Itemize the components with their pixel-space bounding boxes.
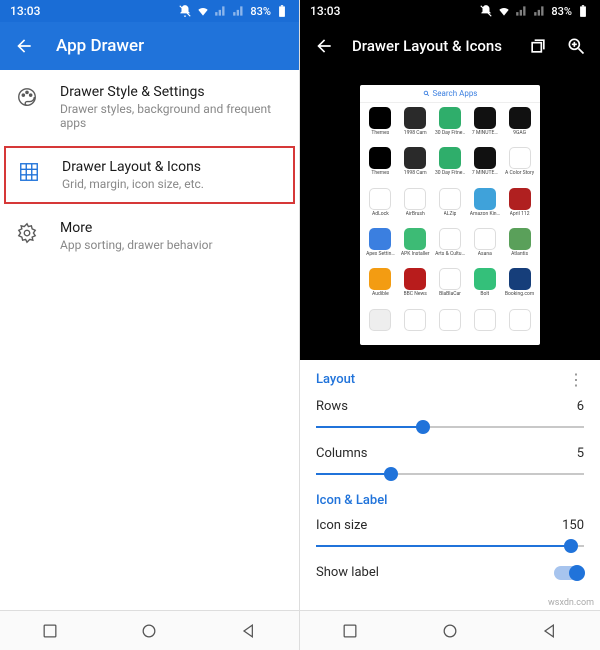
iconsize-value: 150: [562, 518, 584, 533]
iconsize-label: Icon size: [316, 518, 367, 533]
preview-app: 1998 Cam: [399, 147, 432, 185]
section-layout: Layout: [316, 372, 355, 387]
rows-value: 6: [577, 399, 584, 414]
preview-app: [434, 309, 467, 341]
section-icon-label: Icon & Label: [316, 493, 584, 508]
preview-search: Search Apps: [360, 85, 540, 103]
preview-app: Arts & Cultu…: [434, 228, 467, 266]
zoom-icon[interactable]: [566, 36, 586, 56]
drawer-preview: Search Apps Themes1998 Cam30 Day Fitne…7…: [300, 70, 600, 360]
preview-app: Atlantis: [503, 228, 536, 266]
item-title: More: [60, 220, 283, 236]
columns-slider[interactable]: [316, 463, 584, 485]
preview-app: BlaBlaCar: [434, 268, 467, 306]
preview-app: 7 MINUTE…: [468, 107, 501, 145]
bell-off-icon: [178, 4, 192, 18]
battery-icon: [576, 4, 590, 18]
watermark: wsxdn.com: [548, 598, 594, 608]
page-title: App Drawer: [56, 36, 144, 56]
copy-icon[interactable]: [528, 36, 548, 56]
nav-bar: [0, 610, 299, 650]
columns-label: Columns: [316, 446, 368, 461]
status-icons: 83%: [178, 4, 289, 18]
showlabel-toggle[interactable]: [554, 566, 584, 580]
preview-app: [468, 309, 501, 341]
battery-icon: [275, 4, 289, 18]
signal-icon: [232, 4, 246, 18]
preview-app: April 112: [503, 188, 536, 226]
signal-icon: [533, 4, 547, 18]
preview-app: [364, 309, 397, 341]
preview-app: AdLock: [364, 188, 397, 226]
rows-label: Rows: [316, 399, 348, 414]
iconsize-slider[interactable]: [316, 535, 584, 557]
preview-app: Apex Settin…: [364, 228, 397, 266]
preview-app: ALZip: [434, 188, 467, 226]
nav-home-icon[interactable]: [440, 621, 460, 641]
status-battery: 83%: [551, 5, 572, 18]
back-arrow-icon[interactable]: [314, 36, 334, 56]
status-time: 13:03: [310, 4, 340, 18]
status-bar: 13:03 83%: [300, 0, 600, 22]
preview-app: Asana: [468, 228, 501, 266]
signal-icon: [214, 4, 228, 18]
item-subtitle: Drawer styles, background and frequent a…: [60, 102, 283, 130]
preview-app: 30 Day Fitne…: [434, 107, 467, 145]
status-icons: 83%: [479, 4, 590, 18]
preview-app: 1998 Cam: [399, 107, 432, 145]
item-drawer-style[interactable]: Drawer Style & Settings Drawer styles, b…: [0, 70, 299, 144]
preview-app: [503, 309, 536, 341]
nav-recent-icon[interactable]: [239, 621, 259, 641]
grid-icon: [18, 161, 40, 183]
status-battery: 83%: [250, 5, 271, 18]
gear-icon: [16, 222, 38, 244]
back-arrow-icon[interactable]: [14, 36, 34, 56]
rows-slider[interactable]: [316, 416, 584, 438]
header-right: Drawer Layout & Icons: [300, 22, 600, 70]
nav-back-icon[interactable]: [340, 621, 360, 641]
nav-bar: [300, 610, 600, 650]
wifi-icon: [497, 4, 511, 18]
preview-app: AirBrush: [399, 188, 432, 226]
item-more[interactable]: More App sorting, drawer behavior: [0, 206, 299, 266]
item-subtitle: Grid, margin, icon size, etc.: [62, 177, 281, 191]
preview-app: Audible: [364, 268, 397, 306]
preview-app: Bolt: [468, 268, 501, 306]
signal-icon: [515, 4, 529, 18]
wifi-icon: [196, 4, 210, 18]
preview-app: Booking.com: [503, 268, 536, 306]
preview-app-grid: Themes1998 Cam30 Day Fitne…7 MINUTE…9GAG…: [360, 103, 540, 345]
preview-app: Themes: [364, 147, 397, 185]
preview-app: [399, 309, 432, 341]
showlabel-label: Show label: [316, 565, 379, 580]
columns-value: 5: [577, 446, 584, 461]
preview-search-label: Search Apps: [433, 89, 478, 98]
preview-app: Amazon Kin…: [468, 188, 501, 226]
preview-device: Search Apps Themes1998 Cam30 Day Fitne…7…: [360, 85, 540, 345]
status-bar: 13:03 83%: [0, 0, 299, 22]
nav-back-icon[interactable]: [40, 621, 60, 641]
phone-left: 13:03 83% App Drawer Drawer Style & Sett…: [0, 0, 300, 650]
bell-off-icon: [479, 4, 493, 18]
item-title: Drawer Style & Settings: [60, 84, 283, 100]
nav-home-icon[interactable]: [139, 621, 159, 641]
page-title: Drawer Layout & Icons: [352, 37, 510, 55]
item-title: Drawer Layout & Icons: [62, 159, 281, 175]
preview-app: 9GAG: [503, 107, 536, 145]
status-time: 13:03: [10, 4, 40, 18]
preview-app: 7 MINUTE…: [468, 147, 501, 185]
preview-app: BBC News: [399, 268, 432, 306]
phone-right: 13:03 83% Drawer Layout & Icons Search A…: [300, 0, 600, 650]
header-left: App Drawer: [0, 22, 299, 70]
nav-recent-icon[interactable]: [540, 621, 560, 641]
preview-app: A Color Story: [503, 147, 536, 185]
preview-app: 30 Day Fitne…: [434, 147, 467, 185]
item-drawer-layout[interactable]: Drawer Layout & Icons Grid, margin, icon…: [4, 146, 295, 204]
item-subtitle: App sorting, drawer behavior: [60, 238, 283, 252]
more-menu-icon[interactable]: ⋮: [568, 370, 584, 389]
search-icon: [423, 90, 430, 97]
palette-icon: [16, 86, 38, 108]
preview-app: Themes: [364, 107, 397, 145]
preview-app: APK Installer: [399, 228, 432, 266]
